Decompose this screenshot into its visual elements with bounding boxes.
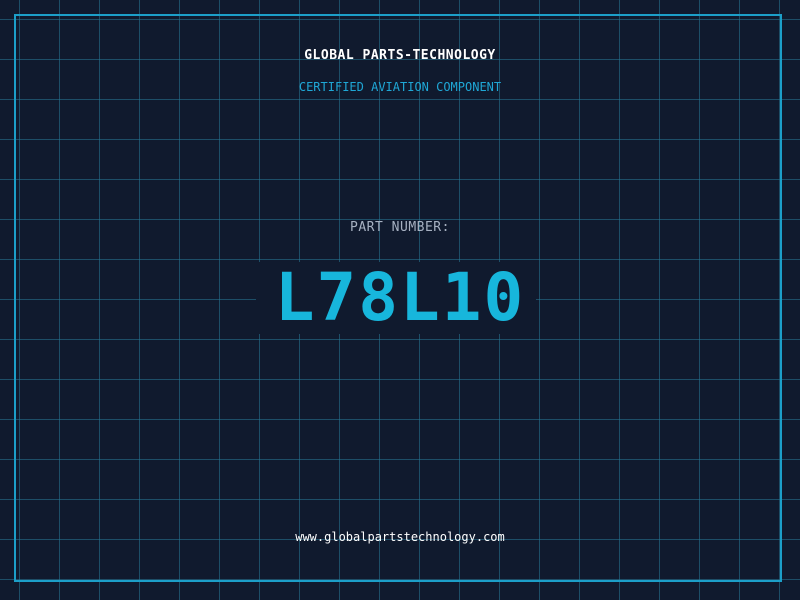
brand-name: GLOBAL PARTS-TECHNOLOGY bbox=[304, 48, 496, 63]
part-label-card: GLOBAL PARTS-TECHNOLOGY CERTIFIED AVIATI… bbox=[0, 0, 800, 600]
brand-tagline: CERTIFIED AVIATION COMPONENT bbox=[298, 80, 502, 94]
website-url: www.globalpartstechnology.com bbox=[295, 530, 505, 544]
part-number-label: PART NUMBER: bbox=[350, 220, 450, 235]
part-number-value: L78L10 bbox=[274, 259, 526, 336]
